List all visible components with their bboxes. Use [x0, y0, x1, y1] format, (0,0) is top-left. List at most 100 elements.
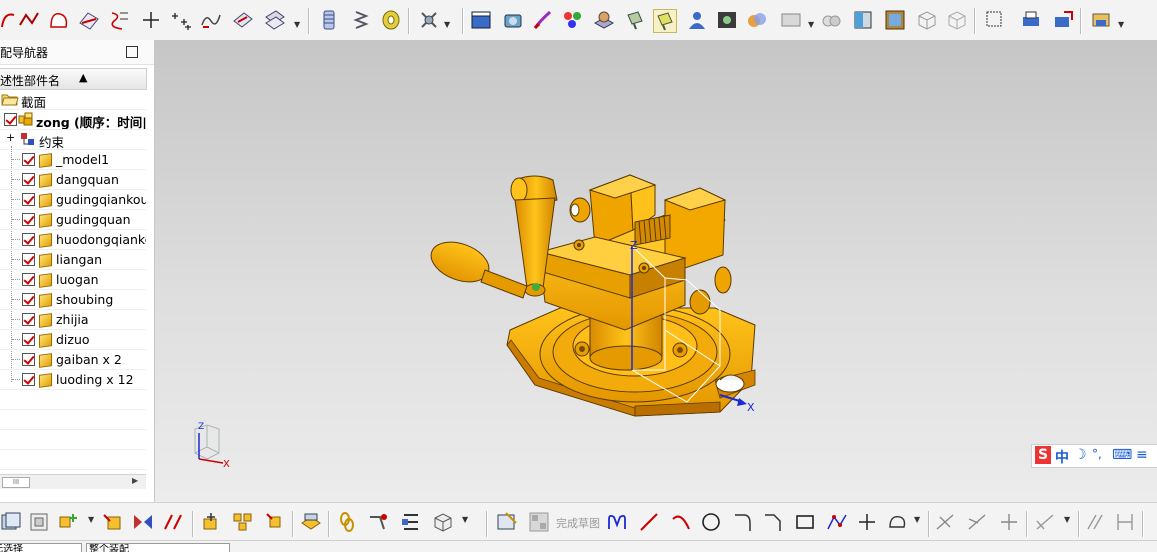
export-image-icon[interactable] — [1052, 9, 1074, 31]
camera-icon[interactable] — [502, 9, 524, 31]
tree-row-part[interactable]: liangan — [0, 249, 146, 270]
visibility-checkbox[interactable] — [22, 173, 35, 186]
assembly-sequence-icon[interactable] — [400, 511, 422, 533]
ime-mode-toggle[interactable]: 中 — [1055, 447, 1069, 467]
dropdown-arrow-icon[interactable]: ▼ — [88, 515, 94, 524]
dropdown-arrow-icon[interactable]: ▼ — [462, 515, 468, 524]
studio-icon[interactable] — [884, 9, 906, 31]
dropdown-arrow-icon[interactable]: ▼ — [444, 20, 450, 29]
expand-icon[interactable]: + — [6, 131, 15, 144]
visibility-checkbox[interactable] — [22, 193, 35, 206]
profile-icon[interactable] — [606, 511, 628, 533]
scroll-right-arrow-icon[interactable]: ▶ — [132, 476, 138, 485]
visibility-checkbox[interactable] — [22, 293, 35, 306]
mirror-curve-icon[interactable] — [1034, 511, 1056, 533]
new-parent-icon[interactable] — [28, 511, 50, 533]
tree-row-part[interactable]: gudingquan — [0, 209, 146, 230]
background-icon[interactable] — [780, 9, 802, 31]
line-icon[interactable] — [638, 511, 660, 533]
visibility-checkbox[interactable] — [22, 213, 35, 226]
color-balls-icon[interactable] — [562, 9, 584, 31]
tree-row-part[interactable]: gaiban x 2 — [0, 349, 146, 370]
tree-row-constraints[interactable]: + 约束 — [0, 129, 146, 150]
zoom-window-icon[interactable] — [984, 9, 1006, 31]
point-icon[interactable] — [140, 9, 162, 31]
circle-icon[interactable] — [700, 511, 722, 533]
scrollbar-thumb[interactable]: III — [2, 477, 30, 488]
box-view-icon[interactable] — [432, 511, 454, 533]
sketch-point-icon[interactable] — [856, 511, 878, 533]
shaded-box-icon[interactable] — [852, 9, 874, 31]
dropdown-arrow-icon[interactable]: ▼ — [1064, 515, 1070, 524]
column-header[interactable]: 述性部件名 ▲ — [0, 68, 147, 90]
sort-arrow-icon[interactable]: ▲ — [79, 71, 87, 84]
parallel-icon[interactable] — [1084, 511, 1106, 533]
user-icon[interactable] — [686, 9, 708, 31]
visibility-checkbox[interactable] — [22, 333, 35, 346]
helix-icon[interactable] — [200, 9, 222, 31]
environment-icon[interactable] — [716, 9, 738, 31]
active-render-icon[interactable] — [653, 9, 677, 33]
new-component-icon[interactable] — [102, 511, 124, 533]
polygon-icon[interactable] — [826, 511, 848, 533]
sketch-icon[interactable] — [496, 511, 518, 533]
material-icon[interactable] — [593, 9, 615, 31]
ime-menu-icon[interactable]: ≡ — [1136, 447, 1148, 463]
visibility-checkbox[interactable] — [22, 313, 35, 326]
intersect-curve-icon[interactable] — [264, 9, 286, 31]
finish-sketch-icon[interactable] — [528, 511, 550, 533]
visibility-checkbox[interactable] — [22, 253, 35, 266]
move-component-icon[interactable] — [200, 511, 222, 533]
spring-icon[interactable] — [318, 9, 340, 31]
project-curve-icon[interactable] — [232, 9, 254, 31]
visibility-checkbox[interactable] — [22, 153, 35, 166]
maximize-icon[interactable] — [126, 46, 138, 58]
add-component-icon[interactable] — [58, 511, 80, 533]
ambient-icon[interactable] — [820, 9, 842, 31]
tree-row-part[interactable]: zhijia — [0, 309, 146, 330]
ime-punct-toggle[interactable]: °, — [1092, 447, 1102, 461]
wave-link-icon[interactable] — [368, 511, 390, 533]
tree-row-part[interactable]: dangquan — [0, 169, 146, 190]
dimension-icon[interactable] — [1114, 511, 1136, 533]
visibility-checkbox[interactable] — [22, 353, 35, 366]
hidden-box-icon[interactable] — [946, 9, 968, 31]
corner-icon[interactable] — [998, 511, 1020, 533]
dropdown-arrow-icon[interactable]: ▼ — [808, 20, 814, 29]
tree-row-assembly-root[interactable]: zong (顺序：时间| — [0, 109, 146, 130]
visibility-checkbox[interactable] — [22, 233, 35, 246]
tree-row-part[interactable]: luoding x 12 — [0, 369, 146, 390]
vise-model[interactable] — [155, 40, 1157, 502]
tree-row-part[interactable]: gudingqiankou — [0, 189, 146, 210]
visibility-checkbox[interactable] — [22, 373, 35, 386]
print-icon[interactable] — [1020, 9, 1042, 31]
tree-row-part[interactable]: _model1 — [0, 149, 146, 170]
visibility-checkbox[interactable] — [22, 273, 35, 286]
trim-icon[interactable] — [934, 511, 956, 533]
visibility-checkbox[interactable] — [4, 113, 17, 126]
spheres-icon[interactable] — [746, 9, 768, 31]
coil-spring-icon[interactable] — [350, 9, 372, 31]
horizontal-scrollbar[interactable]: III ▶ — [0, 474, 146, 489]
dropdown-arrow-icon[interactable]: ▼ — [294, 20, 300, 29]
graphics-viewport[interactable]: Z X Z X — [155, 40, 1157, 502]
tree-row-part[interactable]: dizuo — [0, 329, 146, 350]
extract-curve-icon[interactable] — [78, 9, 100, 31]
curve-face-icon[interactable] — [48, 9, 70, 31]
rectangle-icon[interactable] — [794, 511, 816, 533]
dropdown-arrow-icon[interactable]: ▼ — [1118, 20, 1124, 29]
bearing-icon[interactable] — [380, 9, 402, 31]
clapper-icon[interactable] — [470, 9, 492, 31]
constraint-arrows-icon[interactable] — [162, 511, 184, 533]
tree-row-part[interactable]: shoubing — [0, 289, 146, 310]
dropdown-arrow-icon[interactable]: ▼ — [914, 515, 920, 524]
fillet-icon[interactable] — [732, 511, 754, 533]
component-pattern-icon[interactable] — [232, 511, 254, 533]
exploded-view-icon[interactable] — [300, 511, 322, 533]
component-stack-icon[interactable] — [0, 511, 22, 533]
preferences-icon[interactable] — [1090, 9, 1112, 31]
point-set-icon[interactable] — [170, 9, 192, 31]
sketch-arc-icon[interactable] — [670, 511, 692, 533]
mirror-assembly-icon[interactable] — [132, 511, 154, 533]
chamfer-icon[interactable] — [762, 511, 784, 533]
